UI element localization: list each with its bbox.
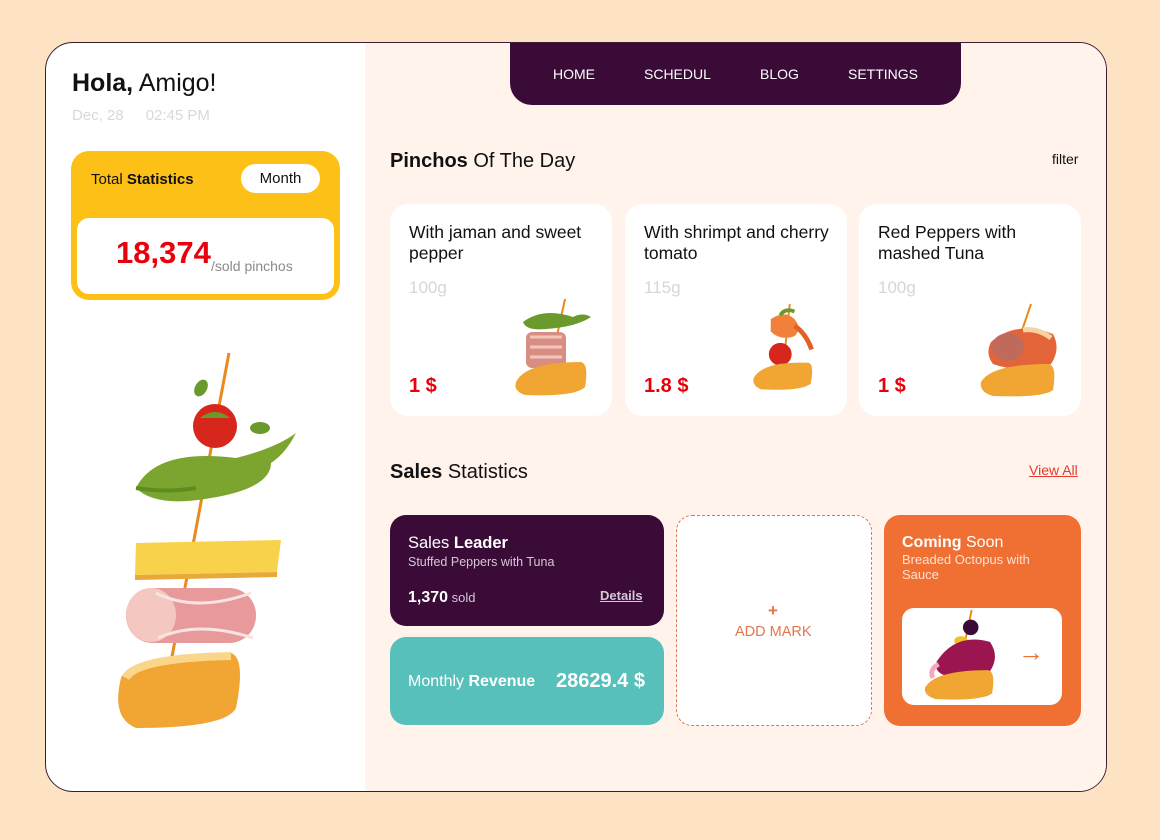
pinchos-section-title: Pinchos Of The Day [390, 150, 576, 172]
pincho-price: 1.8 $ [644, 375, 689, 397]
pincho-price: 1 $ [878, 375, 906, 397]
filter-button[interactable]: filter [1052, 151, 1078, 167]
sales-leader-item: Stuffed Peppers with Tuna [408, 555, 555, 569]
pincho-image [753, 303, 814, 390]
pincho-image [924, 609, 995, 700]
pincho-weight: 100g [878, 278, 916, 297]
pincho-card[interactable]: With shrimpt and cherry tomato 115g 1.8 … [625, 204, 847, 416]
sales-leader-title: Sales Leader [408, 534, 508, 552]
nav-settings[interactable]: SETTINGS [848, 66, 918, 82]
plus-icon: + [768, 601, 778, 620]
pincho-weight: 100g [409, 278, 447, 297]
pincho-name: With shrimpt and cherry tomato [644, 222, 829, 263]
add-mark-label: ADD MARK [735, 624, 812, 640]
pincho-illustration [118, 352, 296, 728]
monthly-revenue-label: Monthly Revenue [408, 673, 536, 690]
nav-schedul[interactable]: SCHEDUL [644, 66, 711, 82]
nav-home[interactable]: HOME [553, 66, 595, 82]
view-all-link[interactable]: View All [1029, 462, 1078, 478]
greeting: Hola, Amigo! [72, 69, 217, 97]
details-link[interactable]: Details [600, 588, 643, 603]
coming-soon-preview[interactable]: → [902, 608, 1062, 705]
app-window: Hola, Amigo! Dec, 28 02:45 PM Total Stati… [45, 42, 1107, 792]
coming-soon-title: Coming Soon [902, 534, 1004, 551]
nav-blog[interactable]: BLOG [760, 66, 799, 82]
sales-leader-count: 1,370 sold [408, 589, 476, 606]
total-value-box: 18,374 /sold pinchos [77, 218, 334, 294]
total-statistics-card: Total Statistics Month 18,374 /sold pinc… [71, 151, 340, 300]
monthly-revenue-value: 28629.4 $ [556, 670, 645, 692]
coming-soon-item: Breaded Octopus with Sauce [902, 552, 1030, 582]
total-sold-unit: /sold pinchos [211, 258, 293, 274]
pincho-image [515, 298, 591, 396]
add-mark-button[interactable]: + ADD MARK [676, 515, 872, 726]
total-statistics-label: Total Statistics [91, 171, 194, 188]
pincho-name: Red Peppers with mashed Tuna [878, 222, 1017, 263]
datetime: Dec, 28 02:45 PM [72, 107, 232, 124]
pincho-weight: 115g [644, 278, 681, 297]
pincho-name: With jaman and sweet pepper [409, 222, 582, 263]
date-label: Dec, 28 [72, 107, 124, 124]
sales-leader-card: Sales Leader Stuffed Peppers with Tuna 1… [390, 515, 664, 626]
pincho-card[interactable]: With jaman and sweet pepper 100g 1 $ [390, 204, 612, 416]
pincho-price: 1 $ [409, 375, 437, 397]
sales-section-title: Sales Statistics [390, 461, 528, 483]
pincho-card[interactable]: Red Peppers with mashed Tuna 100g 1 $ [859, 204, 1081, 416]
total-sold-value: 18,374 [116, 235, 211, 270]
period-select-button[interactable]: Month [241, 164, 320, 193]
time-label: 02:45 PM [145, 107, 210, 124]
arrow-right-icon[interactable]: → [1018, 637, 1044, 668]
top-navigation: HOME SCHEDUL BLOG SETTINGS [510, 43, 961, 105]
pincho-image [980, 303, 1057, 397]
monthly-revenue-card: Monthly Revenue 28629.4 $ [390, 637, 664, 725]
coming-soon-card: Coming Soon Breaded Octopus with Sauce → [884, 515, 1081, 726]
